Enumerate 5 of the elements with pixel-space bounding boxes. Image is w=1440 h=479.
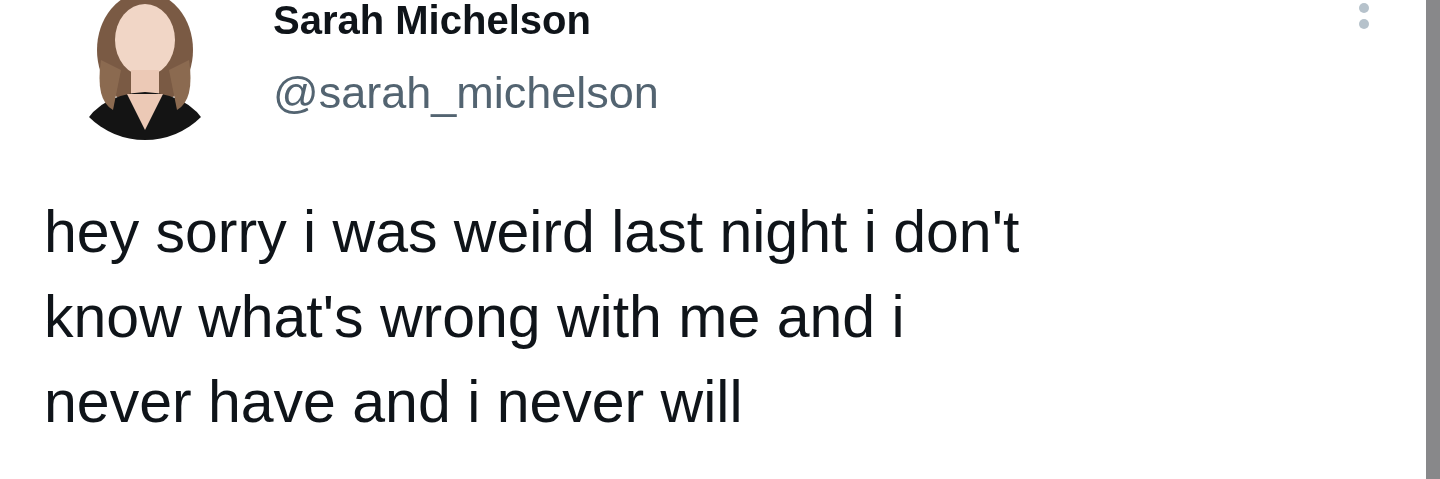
author-handle[interactable]: @sarah_michelson [273, 68, 659, 118]
scrollbar[interactable] [1426, 0, 1440, 479]
tweet-text: hey sorry i was weird last night i don't know what's wrong with me and i never have and i never will [44, 198, 1021, 437]
more-options-icon[interactable] [1358, 2, 1370, 30]
author-name[interactable]: Sarah Michelson [273, 0, 659, 40]
